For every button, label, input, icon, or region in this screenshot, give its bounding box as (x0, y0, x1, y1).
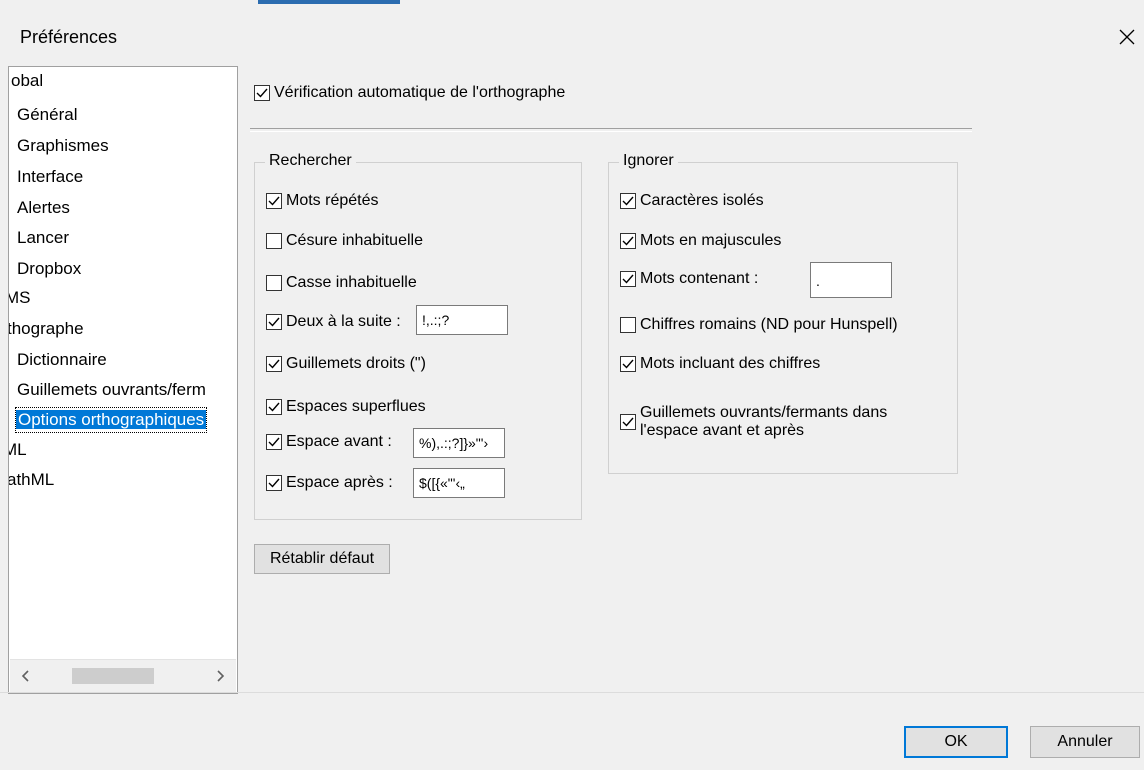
tree-item-label: Général (17, 105, 78, 124)
checkbox-box[interactable] (620, 193, 636, 209)
tree-item-label: Dropbox (17, 259, 82, 278)
group-title: Rechercher (265, 152, 356, 170)
checkbox-box[interactable] (620, 271, 636, 287)
checkbox-box[interactable] (620, 317, 636, 333)
tree-item-label: Alertes (17, 198, 70, 217)
checkbox-box[interactable] (266, 314, 282, 330)
checkbox-label: Césure inhabituelle (286, 232, 423, 249)
tree-item-label: Graphismes (17, 136, 109, 155)
window-title: Préférences (20, 27, 118, 47)
horizontal-scrollbar[interactable] (10, 659, 236, 692)
mots-repetes-checkbox[interactable]: Mots répétés (266, 192, 378, 210)
checkbox-label: Mots en majuscules (640, 232, 782, 249)
tree-item-label: Options orthographiques (16, 410, 207, 429)
casse-checkbox[interactable]: Casse inhabituelle (266, 274, 417, 292)
checkbox-box[interactable] (620, 414, 636, 430)
checkbox-label: Chiffres romains (ND pour Hunspell) (640, 316, 898, 333)
tree-item-ml[interactable]: ML (9, 438, 27, 462)
caracteres-isoles-checkbox[interactable]: Caractères isolés (620, 192, 764, 210)
checkbox-box[interactable] (266, 193, 282, 209)
checkbox-box[interactable] (254, 85, 270, 101)
guillemets-droits-checkbox[interactable]: Guillemets droits (") (266, 355, 426, 373)
espace-avant-checkbox[interactable]: Espace avant : (266, 433, 392, 451)
tree-item-label: athML (8, 470, 55, 489)
tree-item-global[interactable]: obal (11, 69, 43, 93)
tree-item-mathml[interactable]: athML (8, 468, 55, 492)
checkbox-label: Mots répétés (286, 192, 379, 209)
tree-item-alertes[interactable]: Alertes (17, 196, 70, 220)
tree-item-interface[interactable]: Interface (17, 165, 83, 189)
checkbox-box[interactable] (266, 434, 282, 450)
checkbox-label: Espace avant : (286, 433, 392, 450)
checkbox-box[interactable] (266, 275, 282, 291)
scrollbar-thumb[interactable] (72, 668, 154, 684)
tree-item-label: ML (9, 440, 27, 459)
footer-separator (0, 692, 1144, 693)
espace-avant-input[interactable]: %),.:;?]}»"'› (413, 428, 505, 458)
checkbox-box[interactable] (266, 356, 282, 372)
chevron-left-icon[interactable] (10, 660, 42, 692)
tree-item-label: Lancer (17, 228, 69, 247)
reset-defaults-button[interactable]: Rétablir défaut (254, 544, 390, 574)
tree-item-label: MS (9, 288, 31, 307)
deux-suite-checkbox[interactable]: Deux à la suite : (266, 313, 401, 331)
separator (250, 128, 972, 132)
tree-item-general[interactable]: Général (17, 103, 77, 127)
espace-apres-checkbox[interactable]: Espace après : (266, 474, 393, 492)
tree-item-guillemets[interactable]: Guillemets ouvrants/ferm (17, 378, 206, 402)
auto-spellcheck-checkbox[interactable]: Vérification automatique de l'orthograph… (254, 84, 565, 102)
checkbox-box[interactable] (266, 475, 282, 491)
espace-apres-input[interactable]: $([{«"'‹„ (413, 468, 505, 498)
tree-item-dropbox[interactable]: Dropbox (17, 257, 81, 281)
tree-item-ms[interactable]: MS (9, 286, 31, 310)
chiffres-romains-checkbox[interactable]: Chiffres romains (ND pour Hunspell) (620, 316, 898, 334)
tree-item-label: thographe (8, 319, 84, 338)
checkbox-label: Mots contenant : (640, 270, 759, 287)
tree-item-orthographe[interactable]: thographe (8, 317, 84, 341)
checkbox-label: Guillemets ouvrants/fermants dans l'espa… (640, 404, 888, 439)
mots-chiffres-checkbox[interactable]: Mots incluant des chiffres (620, 355, 820, 373)
checkbox-label: Casse inhabituelle (286, 274, 417, 291)
tree-item-label: obal (11, 71, 44, 90)
preferences-tree[interactable]: obal Général Graphismes Interface Alerte… (8, 66, 238, 694)
checkbox-label: Espaces superflues (286, 398, 426, 415)
group-title: Ignorer (619, 152, 678, 170)
cesure-checkbox[interactable]: Césure inhabituelle (266, 232, 423, 250)
tree-item-label: Dictionnaire (17, 350, 107, 369)
tree-item-label: Interface (17, 167, 84, 186)
title-accent-bar (258, 0, 400, 4)
checkbox-box[interactable] (620, 356, 636, 372)
rechercher-group: Rechercher (254, 152, 582, 520)
checkbox-label: Guillemets droits (") (286, 355, 426, 372)
espaces-superflues-checkbox[interactable]: Espaces superflues (266, 398, 426, 416)
chevron-right-icon[interactable] (204, 660, 236, 692)
close-icon[interactable] (1112, 22, 1142, 52)
tree-item-graphismes[interactable]: Graphismes (17, 134, 109, 158)
checkbox-label: Caractères isolés (640, 192, 764, 209)
checkbox-label: Deux à la suite : (286, 313, 401, 330)
guillemets-ouvrants-checkbox[interactable]: Guillemets ouvrants/fermants dans l'espa… (620, 404, 920, 440)
tree-item-label: Guillemets ouvrants/ferm (17, 380, 206, 399)
tree-item-lancer[interactable]: Lancer (17, 226, 69, 250)
ok-button[interactable]: OK (904, 726, 1008, 758)
checkbox-label: Espace après : (286, 474, 393, 491)
mots-contenant-input[interactable]: . (810, 262, 892, 298)
checkbox-box[interactable] (266, 233, 282, 249)
tree-item-options-orthographiques[interactable]: Options orthographiques (15, 407, 208, 433)
deux-suite-input[interactable]: !,.:;? (416, 305, 508, 335)
mots-contenant-checkbox[interactable]: Mots contenant : (620, 270, 758, 288)
checkbox-label: Vérification automatique de l'orthograph… (274, 84, 566, 101)
cancel-button[interactable]: Annuler (1030, 726, 1140, 758)
mots-majuscules-checkbox[interactable]: Mots en majuscules (620, 232, 781, 250)
checkbox-box[interactable] (620, 233, 636, 249)
tree-item-dictionnaire[interactable]: Dictionnaire (17, 348, 107, 372)
checkbox-label: Mots incluant des chiffres (640, 355, 821, 372)
checkbox-box[interactable] (266, 399, 282, 415)
